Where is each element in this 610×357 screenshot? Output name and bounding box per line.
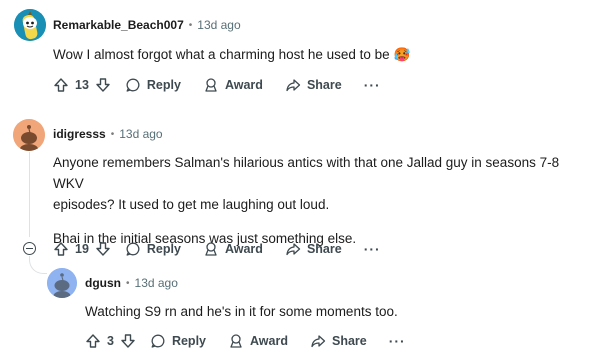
vote-group: 3 <box>85 333 136 349</box>
author-link[interactable]: idigresss <box>53 127 106 141</box>
comment-text: Watching S9 rn and he's in it for some m… <box>85 304 398 319</box>
snoo-avatar-icon <box>14 9 46 41</box>
comment-text: Anyone remembers Salman's hilarious anti… <box>53 155 560 191</box>
separator-dot: • <box>126 277 130 289</box>
share-icon <box>286 79 301 92</box>
award-button[interactable]: Award <box>203 241 263 257</box>
award-icon <box>230 334 242 348</box>
more-options-button[interactable]: ··· <box>389 333 406 349</box>
timestamp[interactable]: 13d ago <box>197 18 240 32</box>
reply-button[interactable]: Reply <box>125 77 181 93</box>
comment-meta: Remarkable_Beach007 • 13d ago <box>53 16 241 34</box>
comment-body: Anyone remembers Salman's hilarious anti… <box>53 152 593 249</box>
vote-count: 3 <box>107 334 114 348</box>
reply-label: Reply <box>146 242 181 256</box>
share-label: Share <box>306 78 342 92</box>
vote-group: 13 <box>53 77 111 93</box>
comment-text: episodes? It used to get me laughing out… <box>53 197 330 212</box>
share-icon <box>311 335 326 348</box>
ellipsis-icon: ··· <box>363 77 381 93</box>
comment-meta: dgusn • 13d ago <box>85 274 178 292</box>
share-button[interactable]: Share <box>285 77 342 93</box>
minus-icon <box>26 247 33 250</box>
vote-group: 19 <box>53 241 111 257</box>
comment-actions: 13 Reply Award Share ··· <box>53 73 403 97</box>
award-label: Award <box>224 242 263 256</box>
upvote-icon[interactable] <box>53 241 69 257</box>
share-button[interactable]: Share <box>285 241 342 257</box>
reply-button[interactable]: Reply <box>125 241 181 257</box>
snoo-avatar-icon <box>13 119 45 151</box>
avatar[interactable] <box>14 9 46 41</box>
share-button[interactable]: Share <box>310 333 367 349</box>
downvote-icon[interactable] <box>120 333 136 349</box>
more-options-button[interactable]: ··· <box>364 241 381 257</box>
comment-meta: idigresss • 13d ago <box>53 125 163 143</box>
comment-bubble-icon <box>126 78 140 92</box>
downvote-icon[interactable] <box>95 77 111 93</box>
comment-bubble-icon <box>151 334 165 348</box>
more-options-button[interactable]: ··· <box>364 77 381 93</box>
vote-count: 19 <box>75 242 89 256</box>
upvote-icon[interactable] <box>85 333 101 349</box>
award-button[interactable]: Award <box>228 333 288 349</box>
award-icon <box>205 242 217 256</box>
snoo-avatar-icon <box>47 268 77 298</box>
comment-actions: 19 Reply Award Share ··· <box>53 237 403 261</box>
timestamp[interactable]: 13d ago <box>135 276 178 290</box>
comment-body: Wow I almost forgot what a charming host… <box>53 44 410 65</box>
comment-text: Wow I almost forgot what a charming host… <box>53 47 390 62</box>
share-label: Share <box>331 334 367 348</box>
comment-body: Watching S9 rn and he's in it for some m… <box>85 301 398 322</box>
downvote-icon[interactable] <box>95 241 111 257</box>
ellipsis-icon: ··· <box>388 333 406 349</box>
avatar[interactable] <box>47 268 77 298</box>
award-label: Award <box>224 78 263 92</box>
award-icon <box>205 78 217 92</box>
vote-count: 13 <box>75 78 89 92</box>
thread-line <box>29 152 30 237</box>
upvote-icon[interactable] <box>53 77 69 93</box>
author-link[interactable]: dgusn <box>85 276 121 290</box>
comment-bubble-icon <box>126 242 140 256</box>
author-link[interactable]: Remarkable_Beach007 <box>53 18 184 32</box>
reply-label: Reply <box>146 78 181 92</box>
comment-actions: 3 Reply Award Share ··· <box>85 329 428 353</box>
award-label: Award <box>250 334 288 348</box>
collapse-thread-button[interactable] <box>23 242 36 255</box>
separator-dot: • <box>188 19 193 31</box>
timestamp[interactable]: 13d ago <box>119 127 162 141</box>
reply-label: Reply <box>171 334 206 348</box>
reply-connector <box>29 256 47 274</box>
avatar[interactable] <box>13 119 45 151</box>
award-button[interactable]: Award <box>203 77 263 93</box>
share-icon <box>286 243 301 256</box>
share-label: Share <box>306 242 342 256</box>
hot-face-emoji-icon: 🥵 <box>393 47 411 62</box>
ellipsis-icon: ··· <box>363 241 381 257</box>
reply-button[interactable]: Reply <box>150 333 206 349</box>
separator-dot: • <box>110 128 115 140</box>
